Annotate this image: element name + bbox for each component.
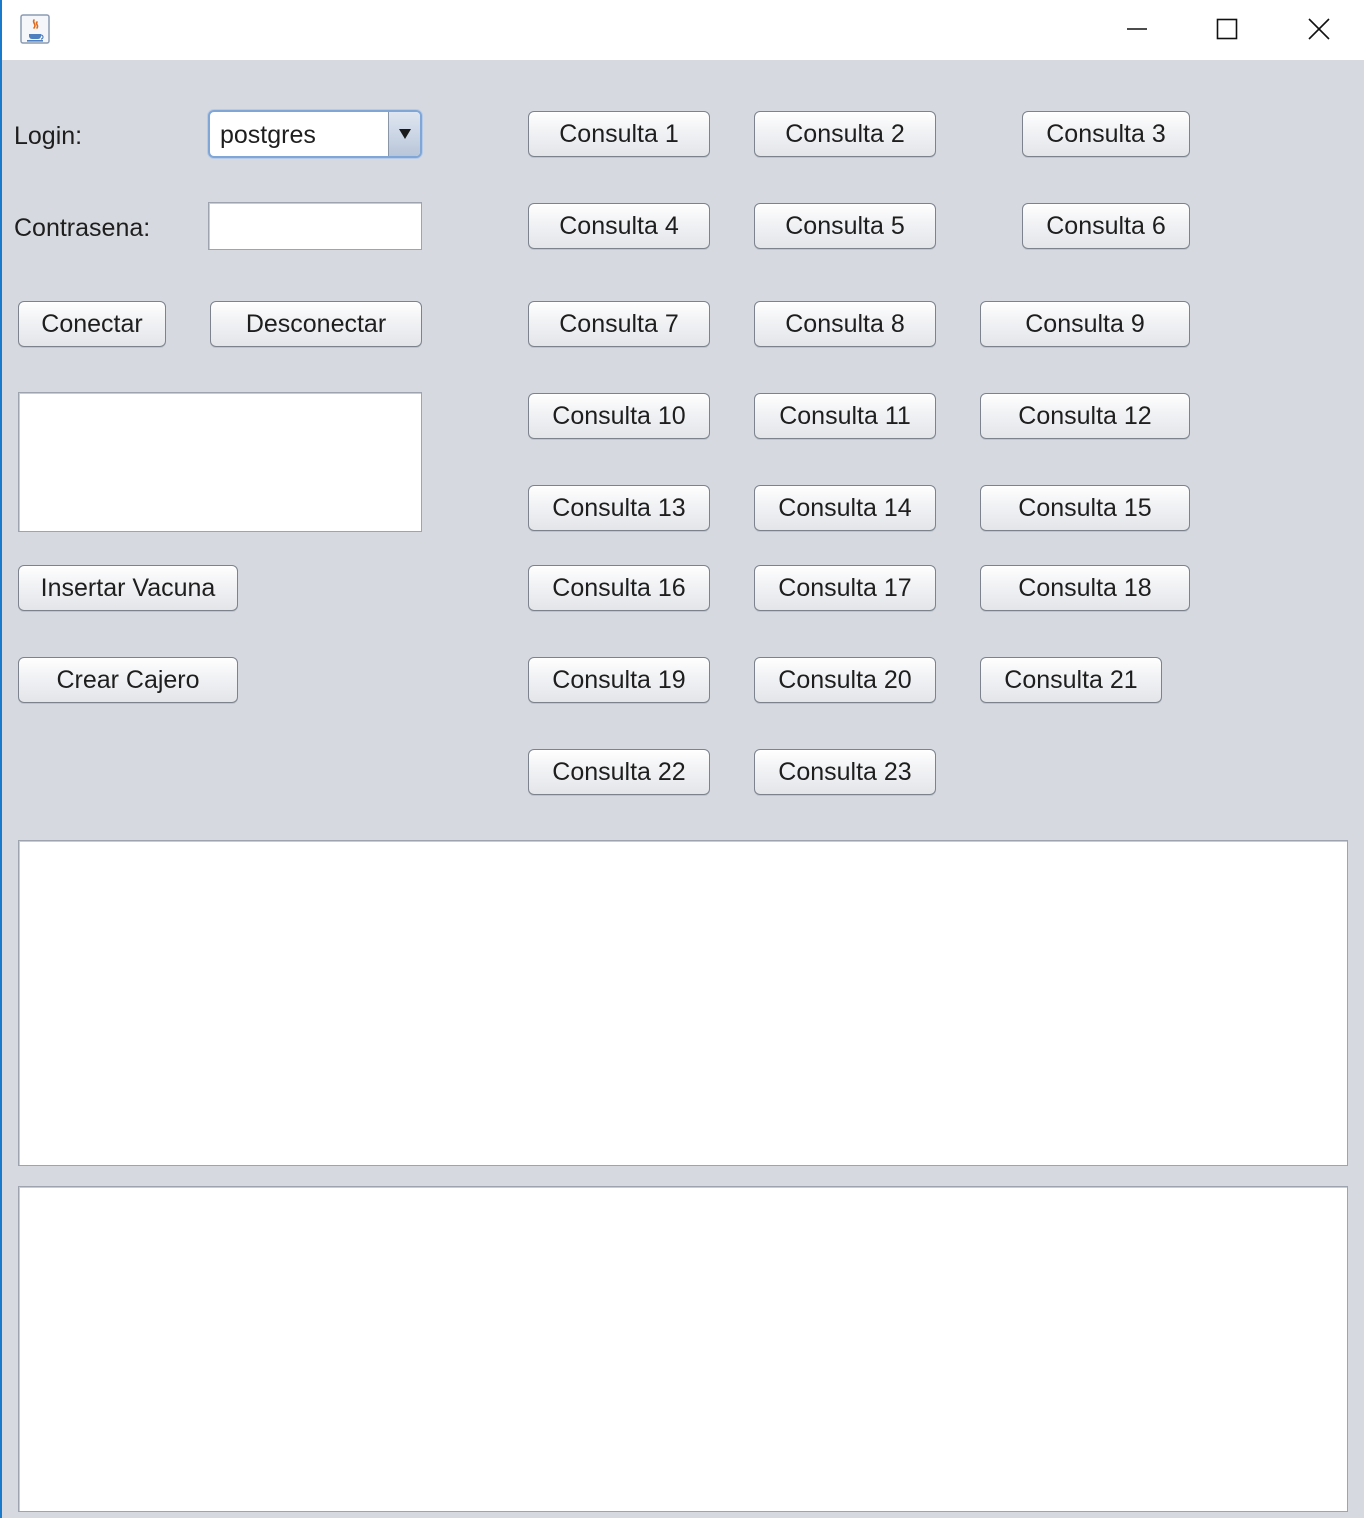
create-cashier-button[interactable]: Crear Cajero (18, 657, 238, 703)
query-21-button[interactable]: Consulta 21 (980, 657, 1162, 703)
query-22-button[interactable]: Consulta 22 (528, 749, 710, 795)
query-19-button[interactable]: Consulta 19 (528, 657, 710, 703)
query-2-button[interactable]: Consulta 2 (754, 111, 936, 157)
query-12-button[interactable]: Consulta 12 (980, 393, 1190, 439)
query-3-button[interactable]: Consulta 3 (1022, 111, 1190, 157)
login-select[interactable]: postgres (208, 110, 422, 158)
maximize-button[interactable] (1182, 0, 1272, 58)
query-4-button[interactable]: Consulta 4 (528, 203, 710, 249)
query-5-button[interactable]: Consulta 5 (754, 203, 936, 249)
query-20-button[interactable]: Consulta 20 (754, 657, 936, 703)
java-cup-icon (20, 14, 50, 44)
query-11-button[interactable]: Consulta 11 (754, 393, 936, 439)
insert-vaccine-button[interactable]: Insertar Vacuna (18, 565, 238, 611)
close-icon (1308, 18, 1330, 40)
query-13-button[interactable]: Consulta 13 (528, 485, 710, 531)
query-14-button[interactable]: Consulta 14 (754, 485, 936, 531)
query-17-button[interactable]: Consulta 17 (754, 565, 936, 611)
query-10-button[interactable]: Consulta 10 (528, 393, 710, 439)
query-23-button[interactable]: Consulta 23 (754, 749, 936, 795)
triangle-down-icon (398, 129, 411, 139)
login-label: Login: (14, 122, 83, 150)
log-text-area[interactable] (18, 1186, 1348, 1512)
minimize-button[interactable] (1092, 0, 1182, 58)
query-8-button[interactable]: Consulta 8 (754, 301, 936, 347)
app-window: Login: postgres Contrasena: Conectar Des… (0, 0, 1364, 1518)
connection-status-area[interactable] (18, 392, 422, 532)
password-label: Contrasena: (14, 214, 151, 242)
query-15-button[interactable]: Consulta 15 (980, 485, 1190, 531)
results-text-area[interactable] (18, 840, 1348, 1166)
query-16-button[interactable]: Consulta 16 (528, 565, 710, 611)
connect-button[interactable]: Conectar (18, 301, 166, 347)
title-bar (2, 0, 1364, 60)
dropdown-arrow-icon[interactable] (388, 112, 420, 156)
query-9-button[interactable]: Consulta 9 (980, 301, 1190, 347)
window-border (0, 0, 2, 1518)
maximize-icon (1216, 18, 1238, 40)
query-18-button[interactable]: Consulta 18 (980, 565, 1190, 611)
minimize-icon (1127, 28, 1147, 30)
query-6-button[interactable]: Consulta 6 (1022, 203, 1190, 249)
query-1-button[interactable]: Consulta 1 (528, 111, 710, 157)
query-7-button[interactable]: Consulta 7 (528, 301, 710, 347)
login-selected-value: postgres (220, 121, 316, 149)
disconnect-button[interactable]: Desconectar (210, 301, 422, 347)
close-button[interactable] (1274, 0, 1364, 58)
password-field[interactable] (208, 202, 422, 250)
